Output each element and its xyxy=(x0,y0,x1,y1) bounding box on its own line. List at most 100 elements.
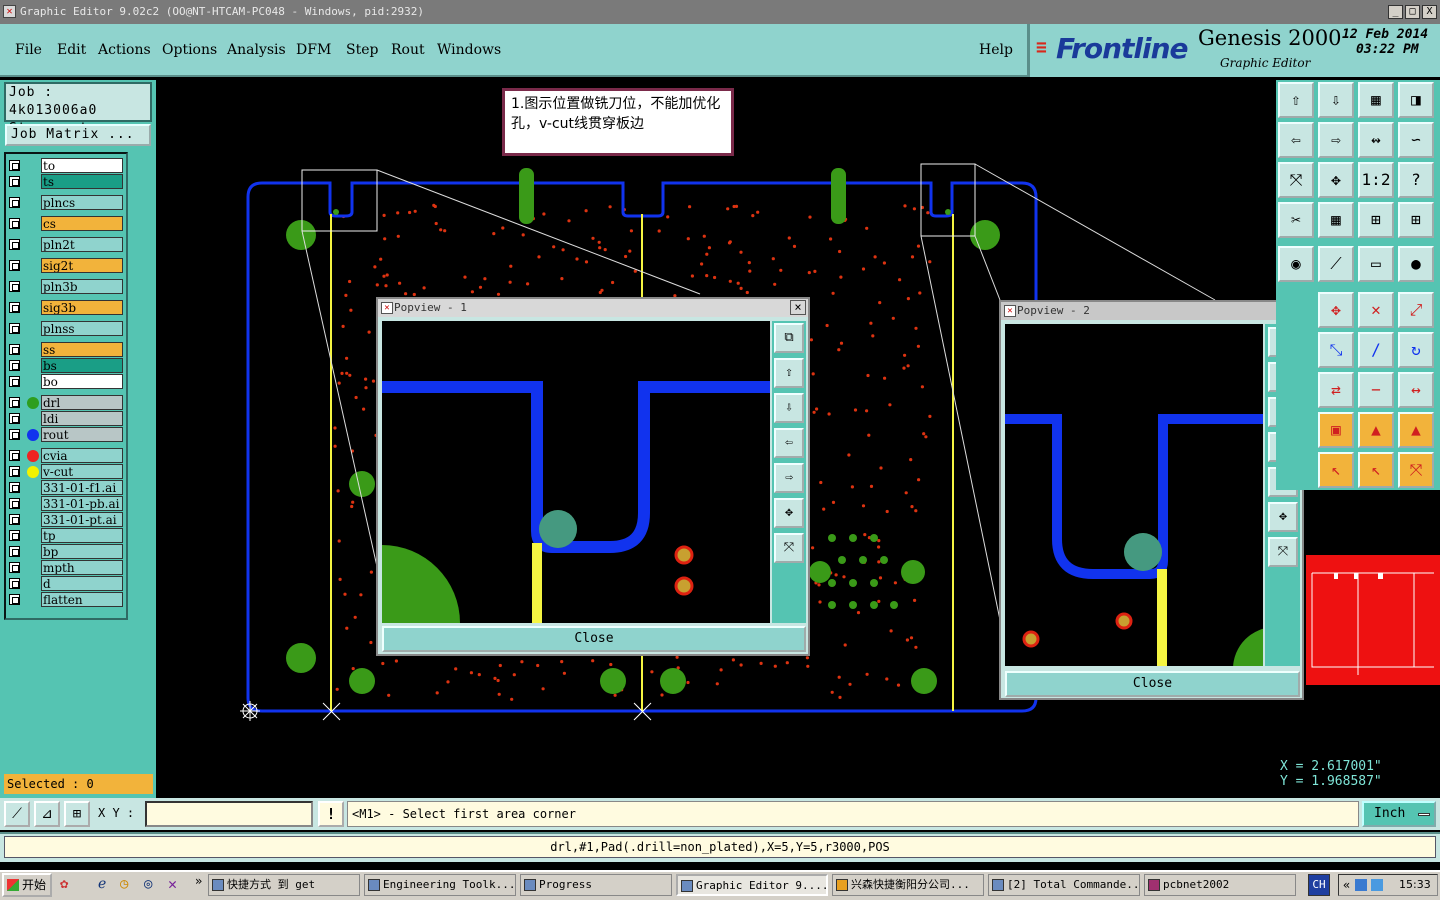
pad-icon[interactable]: ● xyxy=(1398,246,1434,282)
triangle-icon[interactable]: ▲ xyxy=(1358,412,1394,448)
zoom-home-icon[interactable]: ⇧ xyxy=(1278,82,1314,118)
xy-input[interactable] xyxy=(145,801,313,827)
layer-checkbox[interactable] xyxy=(9,239,20,250)
layer-checkbox[interactable] xyxy=(9,546,20,557)
taskbar-item[interactable]: pcbnet2002 xyxy=(1144,874,1296,896)
copy-icon[interactable]: ▣ xyxy=(1318,412,1354,448)
layer-checkbox[interactable] xyxy=(9,530,20,541)
layer-row[interactable]: to xyxy=(5,158,126,173)
clock-icon[interactable]: ◷ xyxy=(120,876,138,894)
mirror-icon[interactable]: ↭ xyxy=(1358,122,1394,158)
zoom-in-icon[interactable]: ⤧ xyxy=(1278,162,1314,198)
rotate-icon[interactable]: ∽ xyxy=(1398,122,1434,158)
network-icon[interactable] xyxy=(1355,879,1367,891)
unit-select[interactable]: Inch xyxy=(1362,801,1436,827)
popview-zoom-fit-icon[interactable]: ⧉ xyxy=(774,323,804,353)
layer-select-icon[interactable]: ⊞ xyxy=(1358,202,1394,238)
stretch-icon[interactable]: / xyxy=(1358,332,1394,368)
layer-row[interactable]: d xyxy=(5,576,126,591)
zoom-window-icon[interactable]: ▦ xyxy=(1358,82,1394,118)
layer-row[interactable]: pln3b xyxy=(5,279,126,294)
taskbar-item[interactable]: [2] Total Commande... xyxy=(988,874,1140,896)
layer-row[interactable]: mpth xyxy=(5,560,126,575)
popview-1-canvas[interactable] xyxy=(382,321,770,623)
layer-checkbox[interactable] xyxy=(9,466,20,477)
layer-row[interactable]: bo xyxy=(5,374,126,389)
arrow-select-icon[interactable]: ↖ xyxy=(1318,452,1354,488)
layer-checkbox[interactable] xyxy=(9,482,20,493)
language-indicator[interactable]: CH xyxy=(1308,874,1330,896)
layer-row[interactable]: drl xyxy=(5,395,126,410)
popview-pan-up-icon[interactable]: ⇧ xyxy=(774,358,804,388)
feature-add-icon[interactable]: ◉ xyxy=(1278,246,1314,282)
menu-edit[interactable]: Edit xyxy=(57,42,86,58)
pan-left-icon[interactable]: ⇦ xyxy=(1278,122,1314,158)
zoom-prev-icon[interactable]: ⇩ xyxy=(1318,82,1354,118)
measure-icon[interactable]: ⟋ xyxy=(4,801,30,827)
popview-zoom-out-icon[interactable]: ✥ xyxy=(774,498,804,528)
pan-right-icon[interactable]: ⇨ xyxy=(1318,122,1354,158)
layer-row[interactable]: cvia xyxy=(5,448,126,463)
zoom-fit-icon[interactable]: ◨ xyxy=(1398,82,1434,118)
measure-icon[interactable]: ✂ xyxy=(1278,202,1314,238)
layer-row[interactable]: pln2t xyxy=(5,237,126,252)
taskbar-item[interactable]: 兴森快捷衡阳分公司... xyxy=(832,874,984,896)
popview-1-close-button[interactable]: Close xyxy=(382,626,806,652)
ruler-icon[interactable]: ▭ xyxy=(1358,246,1394,282)
close-button[interactable]: X xyxy=(1422,5,1437,19)
select-icon[interactable]: ✕ xyxy=(1358,292,1394,328)
layer-row[interactable]: ldi xyxy=(5,411,126,426)
menu-rout[interactable]: Rout xyxy=(391,42,425,58)
layer-checkbox[interactable] xyxy=(9,413,20,424)
layer-checkbox[interactable] xyxy=(9,429,20,440)
job-matrix-button[interactable]: Job Matrix ... xyxy=(5,124,151,146)
layer-checkbox[interactable] xyxy=(9,397,20,408)
layer-row[interactable]: bs xyxy=(5,358,126,373)
start-button[interactable]: 开始 xyxy=(2,873,52,897)
layer-checkbox[interactable] xyxy=(9,160,20,171)
layer-checkbox[interactable] xyxy=(9,578,20,589)
layer-checkbox[interactable] xyxy=(9,450,20,461)
layer-checkbox[interactable] xyxy=(9,344,20,355)
layer-row[interactable]: tp xyxy=(5,528,126,543)
popview-pan-left-icon[interactable]: ⇦ xyxy=(774,428,804,458)
popview-2-close-button[interactable]: Close xyxy=(1005,671,1300,697)
layer-checkbox[interactable] xyxy=(9,260,20,271)
snap-icon[interactable]: ⊿ xyxy=(34,801,60,827)
cut-icon[interactable]: − xyxy=(1358,372,1394,408)
layer-checkbox[interactable] xyxy=(9,498,20,509)
tray-app-icon[interactable] xyxy=(1371,879,1383,891)
layer-row[interactable]: 331-01-pb.ai xyxy=(5,496,126,511)
layer-checkbox[interactable] xyxy=(9,323,20,334)
popview-1-close-x[interactable]: × xyxy=(790,300,806,315)
menu-help[interactable]: Help xyxy=(979,42,1013,58)
popview-zoom-in-icon[interactable]: ⤧ xyxy=(1268,537,1298,567)
layer-checkbox[interactable] xyxy=(9,360,20,371)
tray-expand-icon[interactable]: « xyxy=(1343,875,1350,895)
layer-row[interactable]: rout xyxy=(5,427,126,442)
ie-icon[interactable]: ℯ xyxy=(98,876,116,894)
cursor-move-icon[interactable]: ✥ xyxy=(1318,292,1354,328)
layer-checkbox[interactable] xyxy=(9,376,20,387)
taskbar-item[interactable]: Progress xyxy=(520,874,672,896)
flip-icon[interactable]: ⇄ xyxy=(1318,372,1354,408)
scale-icon[interactable]: 1:2 xyxy=(1358,162,1394,198)
layer-checkbox[interactable] xyxy=(9,562,20,573)
layer-row[interactable]: 331-01-pt.ai xyxy=(5,512,126,527)
help-icon[interactable]: ? xyxy=(1398,162,1434,198)
layer-row[interactable]: cs xyxy=(5,216,126,231)
menu-windows[interactable]: Windows xyxy=(437,42,501,58)
layer-row[interactable]: 331-01-f1.ai xyxy=(5,480,126,495)
arrow-pick-icon[interactable]: ↖ xyxy=(1358,452,1394,488)
layer-row[interactable]: ts xyxy=(5,174,126,189)
grid-icon[interactable]: ⊞ xyxy=(64,801,90,827)
layer-checkbox[interactable] xyxy=(9,514,20,525)
resize-icon[interactable]: ↔ xyxy=(1398,372,1434,408)
menu-options[interactable]: Options xyxy=(162,42,217,58)
layer-checkbox[interactable] xyxy=(9,594,20,605)
layer-checkbox[interactable] xyxy=(9,218,20,229)
layer-row[interactable]: ss xyxy=(5,342,126,357)
layer-checkbox[interactable] xyxy=(9,281,20,292)
popview-2-canvas[interactable] xyxy=(1005,324,1263,666)
minimize-button[interactable]: _ xyxy=(1388,5,1403,19)
